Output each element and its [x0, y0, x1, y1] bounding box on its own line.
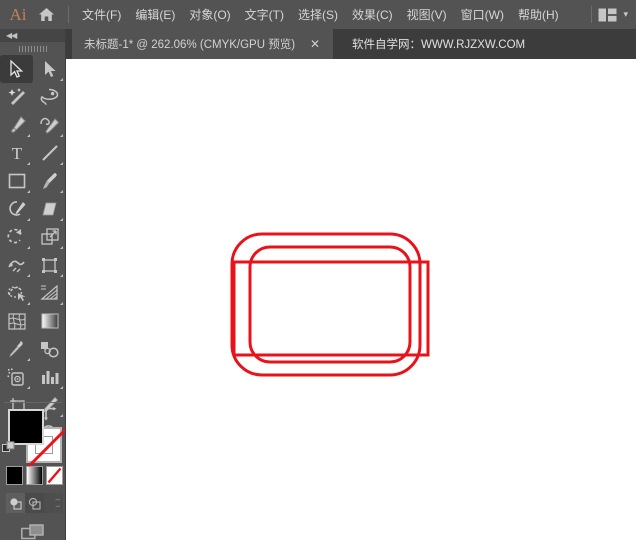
menu-divider-right [591, 6, 593, 23]
menu-item-file[interactable]: 文件(F) [75, 0, 128, 29]
tool-expand-corner-icon [27, 218, 30, 221]
draw-inside-mode-button[interactable] [44, 493, 63, 513]
document-tab[interactable]: 未标题-1* @ 262.06% (CMYK/GPU 预览) ✕ [72, 29, 334, 59]
fill-stroke-controls [0, 405, 67, 468]
tool-expand-corner-icon [27, 302, 30, 305]
fill-swatch[interactable] [8, 409, 44, 445]
menu-item-help[interactable]: 帮助(H) [511, 0, 566, 29]
home-icon[interactable] [30, 0, 62, 29]
type-tool[interactable]: T [0, 139, 33, 167]
symbol-sprayer-tool[interactable] [0, 363, 33, 391]
tools-grid: T [0, 55, 66, 447]
tools-panel: ◀◀ T [0, 29, 67, 540]
tool-expand-corner-icon [60, 218, 63, 221]
lasso-tool[interactable] [33, 83, 66, 111]
menu-item-effect[interactable]: 效果(C) [345, 0, 400, 29]
tool-expand-corner-icon [60, 302, 63, 305]
column-graph-tool[interactable] [33, 363, 66, 391]
menu-item-edit[interactable]: 编辑(E) [128, 0, 182, 29]
scale-tool[interactable] [33, 223, 66, 251]
pen-tool[interactable] [0, 111, 33, 139]
magic-wand-tool[interactable] [0, 83, 33, 111]
inner-rounded-rectangle[interactable] [248, 245, 412, 364]
document-tab-bar: 未标题-1* @ 262.06% (CMYK/GPU 预览) ✕ 软件自学网：W… [0, 29, 636, 59]
tool-expand-corner-icon [27, 134, 30, 137]
tool-expand-corner-icon [27, 246, 30, 249]
app-logo: Ai [0, 0, 30, 29]
rectangle-tool[interactable] [0, 167, 33, 195]
tool-expand-corner-icon [27, 358, 30, 361]
direct-selection-tool[interactable] [33, 55, 66, 83]
middle-plain-rectangle[interactable] [232, 260, 430, 357]
workspace-switcher-icon[interactable] [598, 8, 617, 22]
draw-behind-mode-button[interactable] [25, 493, 44, 513]
app-logo-label: Ai [9, 4, 27, 24]
tool-expand-corner-icon [60, 246, 63, 249]
none-mode-button[interactable] [46, 466, 63, 485]
panel-grip[interactable] [0, 42, 65, 55]
menu-item-type[interactable]: 文字(T) [238, 0, 291, 29]
menu-bar-right: ▾ [585, 6, 636, 23]
mesh-tool[interactable] [0, 307, 33, 335]
svg-text:T: T [11, 144, 22, 162]
tool-expand-corner-icon [60, 78, 63, 81]
fill-mode-buttons [6, 466, 64, 488]
tool-panel-bottom [0, 402, 67, 540]
shape-builder-tool[interactable] [0, 279, 33, 307]
tool-expand-corner-icon [60, 190, 63, 193]
menu-item-window[interactable]: 窗口(W) [454, 0, 511, 29]
menu-item-object[interactable]: 对象(O) [182, 0, 237, 29]
chevron-down-icon[interactable]: ▾ [623, 9, 628, 20]
tool-expand-corner-icon [60, 162, 63, 165]
document-tab-title: 未标题-1* @ 262.06% (CMYK/GPU 预览) [84, 39, 296, 51]
menu-item-select[interactable]: 选择(S) [291, 0, 345, 29]
collapse-panel-button[interactable]: ◀◀ [0, 29, 65, 42]
close-icon[interactable]: ✕ [309, 38, 321, 50]
blend-tool[interactable] [33, 335, 66, 363]
free-transform-tool[interactable] [33, 251, 66, 279]
menu-item-view[interactable]: 视图(V) [400, 0, 454, 29]
gradient-tool[interactable] [33, 307, 66, 335]
paintbrush-tool[interactable] [33, 167, 66, 195]
tool-expand-corner-icon [60, 386, 63, 389]
tool-panel-divider [4, 402, 62, 403]
drawing-mode-buttons [6, 493, 64, 513]
line-segment-tool[interactable] [33, 139, 66, 167]
menu-divider-left [68, 6, 69, 23]
width-tool[interactable] [0, 251, 33, 279]
tool-expand-corner-icon [60, 134, 63, 137]
swap-fill-stroke-icon[interactable] [43, 407, 58, 426]
default-fill-stroke-icon[interactable] [2, 441, 16, 460]
draw-normal-mode-button[interactable] [6, 493, 25, 513]
shape-group[interactable] [230, 232, 430, 377]
tool-expand-corner-icon [60, 274, 63, 277]
eraser-tool[interactable] [33, 195, 66, 223]
shaper-tool[interactable] [0, 195, 33, 223]
selection-tool[interactable] [0, 55, 33, 83]
curvature-tool[interactable] [33, 111, 66, 139]
tool-expand-corner-icon [27, 190, 30, 193]
menu-bar: Ai 文件(F) 编辑(E) 对象(O) 文字(T) 选择(S) 效果(C) 视… [0, 0, 636, 29]
perspective-grid-tool[interactable] [33, 279, 66, 307]
watermark-note: 软件自学网：WWW.RJZXW.COM [352, 39, 526, 51]
illustrator-window: Ai 文件(F) 编辑(E) 对象(O) 文字(T) 选择(S) 效果(C) 视… [0, 0, 636, 540]
rotate-tool[interactable] [0, 223, 33, 251]
change-screen-mode-icon[interactable] [0, 520, 66, 540]
tool-expand-corner-icon [27, 274, 30, 277]
document-canvas[interactable] [66, 59, 636, 540]
eyedropper-tool[interactable] [0, 335, 33, 363]
tool-expand-corner-icon [27, 386, 30, 389]
tool-expand-corner-icon [27, 162, 30, 165]
color-mode-button[interactable] [6, 466, 23, 485]
artwork [230, 232, 430, 377]
gradient-mode-button[interactable] [26, 466, 43, 485]
